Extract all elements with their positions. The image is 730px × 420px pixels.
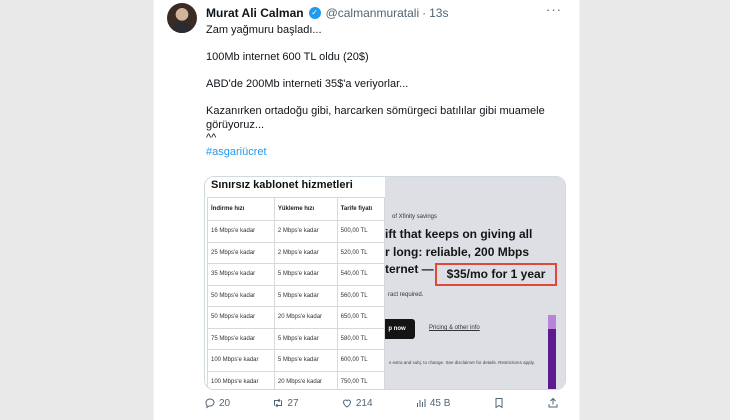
bookmark-icon [495,398,503,409]
ad-note: ract required. [388,292,424,298]
author-handle[interactable]: @calmanmuratali [326,6,420,20]
table-cell: 600,00 TL [336,349,386,372]
table-row: 75 Mbps'e kadar 5 Mbps'e kadar 580,00 TL [207,327,386,350]
table-cell: 580,00 TL [336,327,386,350]
ad-headline-line: ift that keeps on giving all [385,227,533,241]
table-cell: 5 Mbps'e kadar [273,284,338,307]
ad-pricing-link: Pricing & other info [429,325,480,331]
tariff-table: İndirme hızı Yükleme hızı Tarife fiyatı … [207,197,386,389]
hashtag-link[interactable]: #asgariücret [206,146,267,158]
ad-decorative-stripe [548,315,556,389]
verified-badge-icon: ✓ [308,7,321,19]
reply-button[interactable]: 20 [204,397,230,409]
more-options-icon[interactable]: ··· [546,2,562,17]
share-icon [548,397,558,408]
tweet-text: Zam yağmuru başladı... 100Mb internet 60… [206,24,566,159]
table-cell: 5 Mbps'e kadar [273,263,338,286]
table-cell: 16 Mbps'e kadar [207,220,275,243]
reply-icon [205,398,215,409]
tariff-table-image: Sınırsız kablonet hizmetleri İndirme hız… [205,177,386,389]
table-row: 25 Mbps'e kadar 2 Mbps'e kadar 520,00 TL [207,241,386,264]
table-row: 16 Mbps'e kadar 2 Mbps'e kadar 500,00 TL [207,220,386,243]
tweet-actions: 20 27 214 45 B [204,397,559,409]
ad-footer-text: s extra and subj. to change. See disclai… [389,360,535,365]
table-cell: 2 Mbps'e kadar [273,241,338,264]
table-cell: 20 Mbps'e kadar [273,370,338,389]
xfinity-ad-image: of Xfinity savings ift that keeps on giv… [385,177,565,389]
table-cell: 650,00 TL [336,306,386,329]
table-cell: 5 Mbps'e kadar [273,349,338,372]
table-cell: 520,00 TL [336,241,386,264]
like-button[interactable]: 214 [341,397,373,409]
table-row: 100 Mbps'e kadar 20 Mbps'e kadar 750,00 TL [207,370,386,389]
column-header: Yükleme hızı [273,197,338,221]
price-highlight-box: $35/mo for 1 year [435,263,557,286]
table-cell: 540,00 TL [336,263,386,286]
table-row: 50 Mbps'e kadar 5 Mbps'e kadar 560,00 TL [207,284,386,307]
author-name[interactable]: Murat Ali Calman [206,6,304,20]
ad-shop-button: p now [385,319,415,339]
table-cell: 75 Mbps'e kadar [207,327,275,350]
table-cell: 750,00 TL [336,370,386,389]
retweet-button[interactable]: 27 [272,397,299,409]
retweet-icon [274,398,283,408]
table-row: 50 Mbps'e kadar 20 Mbps'e kadar 650,00 TL [207,306,386,329]
ad-small-text: of Xfinity savings [392,214,438,220]
price-highlight-text: $35/mo for 1 year [446,267,546,281]
table-header-row: İndirme hızı Yükleme hızı Tarife fiyatı [207,197,386,221]
table-cell: 20 Mbps'e kadar [273,306,338,329]
tweet-card[interactable]: Murat Ali Calman ✓ @calmanmuratali · 13s… [153,0,580,420]
table-cell: 100 Mbps'e kadar [207,349,275,372]
table-row: 35 Mbps'e kadar 5 Mbps'e kadar 540,00 TL [207,263,386,286]
tweet-time[interactable]: 13s [429,6,448,20]
table-cell: 5 Mbps'e kadar [273,327,338,350]
share-button[interactable] [547,397,559,409]
tweet-header: Murat Ali Calman ✓ @calmanmuratali · 13s [206,6,448,20]
like-count: 214 [355,397,373,409]
table-cell: 35 Mbps'e kadar [207,263,275,286]
tweet-media-image[interactable]: Sınırsız kablonet hizmetleri İndirme hız… [204,176,566,390]
table-row: 100 Mbps'e kadar 5 Mbps'e kadar 600,00 TL [207,349,386,372]
views-chart-icon [416,399,426,407]
column-header: İndirme hızı [207,197,275,221]
bookmark-button[interactable] [493,397,505,409]
table-cell: 50 Mbps'e kadar [207,306,275,329]
table-cell: 2 Mbps'e kadar [273,220,338,243]
tweet-body: Zam yağmuru başladı... 100Mb internet 60… [206,24,545,144]
table-cell: 100 Mbps'e kadar [207,370,275,389]
reply-count: 20 [219,397,231,409]
column-header: Tarife fiyatı [336,197,386,221]
views-button[interactable]: 45 B [415,397,451,409]
heart-icon [342,399,351,408]
ad-headline-line: r long: reliable, 200 Mbps [385,244,530,259]
retweet-count: 27 [287,397,299,409]
table-cell: 25 Mbps'e kadar [207,241,275,264]
separator-dot: · [422,6,427,20]
table-cell: 560,00 TL [336,284,386,307]
avatar[interactable] [167,3,197,33]
table-cell: 50 Mbps'e kadar [207,284,275,307]
tariff-title: Sınırsız kablonet hizmetleri [211,179,353,191]
table-cell: 500,00 TL [336,220,386,243]
views-count: 45 B [429,397,451,409]
